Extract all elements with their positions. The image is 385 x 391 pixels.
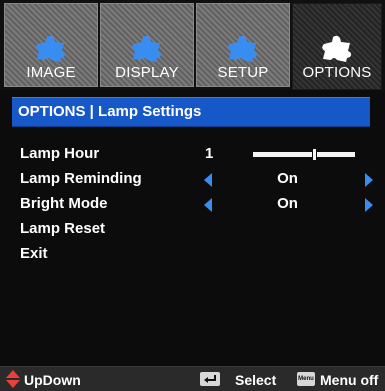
bright-mode-value: On [277,195,298,212]
page-title: OPTIONS | Lamp Settings [18,103,202,120]
tab-display[interactable]: DISPLAY [100,3,194,87]
menu-item-label: Lamp Reset [20,220,106,237]
puzzle-piece-icon [36,35,66,62]
puzzle-piece-icon [228,35,258,62]
tab-setup[interactable]: SETUP [196,3,290,87]
right-arrow-icon[interactable] [365,198,373,212]
menu-item-bright-mode[interactable]: Bright Mode On [20,193,375,215]
menu-item-lamp-reminding[interactable]: Lamp Reminding On [20,168,375,190]
menu-item-lamp-hour[interactable]: Lamp Hour 1 [20,143,375,165]
updown-hint: UpDown [24,372,81,388]
menu-item-label: Lamp Reminding [20,170,142,187]
puzzle-piece-icon [132,35,162,62]
lamp-hour-value: 1 [205,145,214,162]
up-down-arrows-icon [6,370,20,388]
tab-label: OPTIONS [302,64,372,81]
menu-item-lamp-reset[interactable]: Lamp Reset [20,218,375,240]
enter-key-icon [200,372,220,386]
select-hint: Select [235,372,277,388]
tab-label: SETUP [217,64,269,81]
tab-image[interactable]: IMAGE [4,3,98,87]
lamp-reminding-value: On [277,170,298,187]
menu-off-hint: Menu off [320,372,379,388]
tab-label: DISPLAY [115,64,179,81]
menu-item-label: Exit [20,245,48,262]
menu-item-label: Bright Mode [20,195,108,212]
page-title-bar: OPTIONS | Lamp Settings [12,97,370,127]
tab-options[interactable]: OPTIONS [292,3,382,90]
key-hint-bar: UpDown Select Menu Menu off [0,366,385,391]
lamp-hour-bar-marker [312,149,318,160]
tab-label: IMAGE [26,64,76,81]
menu-item-exit[interactable]: Exit [20,243,375,265]
right-arrow-icon[interactable] [365,173,373,187]
puzzle-piece-icon [322,35,352,62]
menu-item-label: Lamp Hour [20,145,100,162]
tab-bar: IMAGE DISPLAY SETUP OPTIONS [0,0,385,90]
projector-osd-menu: IMAGE DISPLAY SETUP OPTIONS OPTIONS | La… [0,0,385,391]
menu-key-icon: Menu [297,372,315,386]
lamp-hour-bar [253,152,355,157]
